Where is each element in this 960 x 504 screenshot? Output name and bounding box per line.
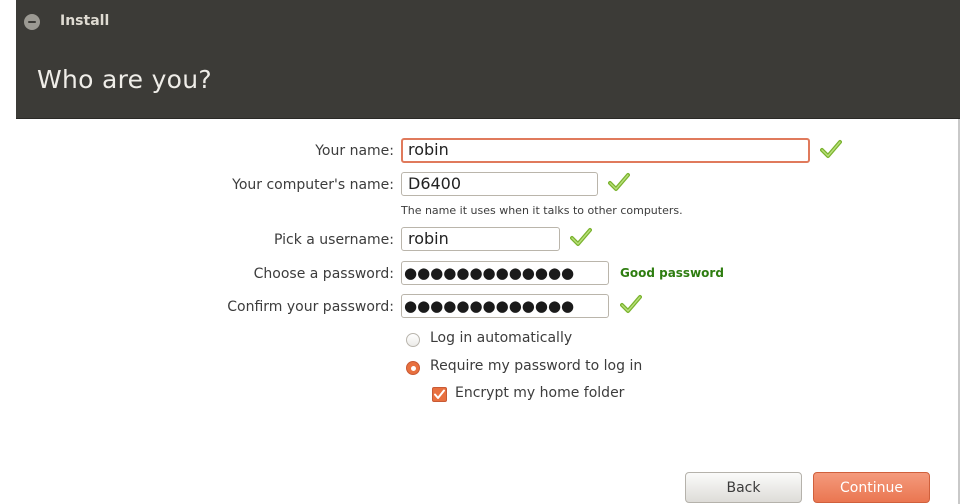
close-icon[interactable] <box>24 14 40 30</box>
name-field[interactable]: robin <box>401 138 810 163</box>
log-in-automatically-label[interactable]: Log in automatically <box>430 330 572 346</box>
back-button[interactable]: Back <box>685 472 802 503</box>
checkmark-icon <box>570 228 592 246</box>
title-bar <box>16 0 960 47</box>
computer-name-hint: The name it uses when it talks to other … <box>401 204 683 217</box>
installer-window: Install Who are you? Your name: robin Yo… <box>0 0 960 504</box>
checkmark-icon <box>820 140 842 158</box>
continue-button[interactable]: Continue <box>813 472 930 503</box>
page-title: Who are you? <box>37 65 212 94</box>
radio-log-in-automatically[interactable] <box>406 333 420 347</box>
checkbox-check-icon <box>434 389 445 399</box>
computer-name-label: Your computer's name: <box>232 177 394 193</box>
window-left-edge <box>0 0 16 504</box>
name-label: Your name: <box>315 143 394 159</box>
username-label: Pick a username: <box>273 232 394 248</box>
checkmark-icon <box>608 173 630 191</box>
password-field[interactable]: ●●●●●●●●●●●●● <box>401 261 609 285</box>
checkmark-icon <box>620 295 642 313</box>
confirm-password-label: Confirm your password: <box>227 299 394 315</box>
username-field[interactable]: robin <box>401 227 560 251</box>
computer-name-field[interactable]: D6400 <box>401 172 598 196</box>
window-title: Install <box>60 13 110 29</box>
encrypt-home-label[interactable]: Encrypt my home folder <box>455 385 624 401</box>
encrypt-home-checkbox[interactable] <box>432 387 447 402</box>
confirm-password-field[interactable]: ●●●●●●●●●●●●● <box>401 294 609 318</box>
password-strength: Good password <box>620 266 724 280</box>
radio-require-password[interactable] <box>406 361 420 375</box>
password-label: Choose a password: <box>253 266 394 282</box>
require-password-label[interactable]: Require my password to log in <box>430 358 642 374</box>
